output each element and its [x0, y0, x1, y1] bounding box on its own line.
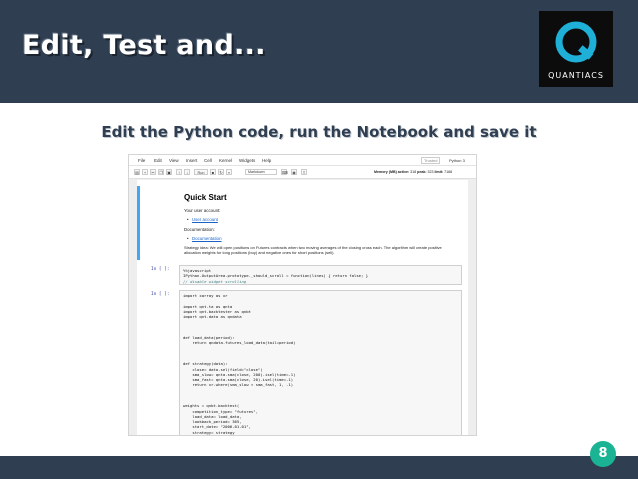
notebook-menubar: File Edit View Insert Cell Kernel Widget… — [129, 155, 476, 166]
documentation-label: Documentation: — [184, 227, 215, 232]
menu-file[interactable]: File — [138, 158, 145, 163]
move-down-icon[interactable]: ↓ — [184, 169, 190, 175]
quantiacs-logo: QUANTIACS — [539, 11, 613, 87]
notebook-toolbar: ▤ + ✂ ❐ ▣ ↑ ↓ Run ■ ↻ » Markdown ⌨ ◉ ⇪ M… — [129, 166, 476, 179]
bullet-icon: • — [187, 217, 189, 222]
code-cell-javascript[interactable]: %%javascript IPython.OutputArea.prototyp… — [179, 265, 462, 285]
stop-icon[interactable]: ■ — [210, 169, 216, 175]
bullet-icon: • — [187, 236, 189, 241]
menu-edit[interactable]: Edit — [154, 158, 162, 163]
run-label: Run — [197, 171, 205, 175]
cell-prompt: In [ ]: — [151, 267, 170, 272]
move-up-icon[interactable]: ↑ — [176, 169, 182, 175]
menu-insert[interactable]: Insert — [186, 158, 197, 163]
quick-start-title: Quick Start — [184, 193, 227, 202]
account-label: Your user account: — [184, 208, 221, 213]
memory-indicator: Memory (MB) active: 318 peak: 323 limit:… — [374, 170, 453, 174]
paste-icon[interactable]: ▣ — [166, 169, 172, 175]
slide-title: Edit, Test and... — [22, 30, 266, 61]
save-icon[interactable]: ▤ — [134, 169, 140, 175]
share-icon[interactable]: ⇪ — [301, 169, 307, 175]
keyboard-icon[interactable]: ⌨ — [281, 169, 288, 175]
slide-header: Edit, Test and... QUANTIACS — [0, 0, 638, 103]
logo-wordmark: QUANTIACS — [548, 71, 604, 80]
code-line: ) — [183, 435, 458, 436]
fast-forward-icon[interactable]: » — [226, 169, 232, 175]
user-account-link[interactable]: User account — [192, 217, 218, 222]
code-line: // disable widget scrolling — [183, 278, 247, 284]
slide-subtitle: Edit the Python code, run the Notebook a… — [101, 123, 537, 141]
code-cell-strategy[interactable]: import xarray as xr import qnt.ta as qnt… — [179, 290, 462, 436]
cut-icon[interactable]: ✂ — [150, 169, 156, 175]
menu-view[interactable]: View — [169, 158, 179, 163]
cell-prompt: In [ ]: — [151, 292, 170, 297]
copy-icon[interactable]: ❐ — [158, 169, 164, 175]
run-button[interactable]: Run — [194, 169, 208, 175]
menu-kernel[interactable]: Kernel — [219, 158, 232, 163]
slide-footer — [0, 456, 638, 479]
menu-cell[interactable]: Cell — [204, 158, 212, 163]
add-cell-icon[interactable]: + — [142, 169, 148, 175]
markdown-cell[interactable]: Quick Start Your user account: • User ac… — [137, 186, 468, 260]
cell-type-select[interactable]: Markdown — [245, 169, 277, 175]
notebook-body: Quick Start Your user account: • User ac… — [137, 180, 468, 436]
restart-icon[interactable]: ↻ — [218, 169, 224, 175]
strategy-description: Strategy idea: We will open positions on… — [184, 245, 442, 255]
jupyter-screenshot: File Edit View Insert Cell Kernel Widget… — [128, 154, 477, 436]
documentation-link[interactable]: Documentation — [192, 236, 222, 241]
github-icon[interactable]: ◉ — [291, 169, 297, 175]
kernel-indicator: Python 3 — [449, 158, 465, 163]
trusted-badge[interactable]: Trusted — [421, 157, 441, 164]
menu-help[interactable]: Help — [262, 158, 271, 163]
menu-widgets[interactable]: Widgets — [239, 158, 255, 163]
page-number-badge: 8 — [590, 441, 616, 467]
